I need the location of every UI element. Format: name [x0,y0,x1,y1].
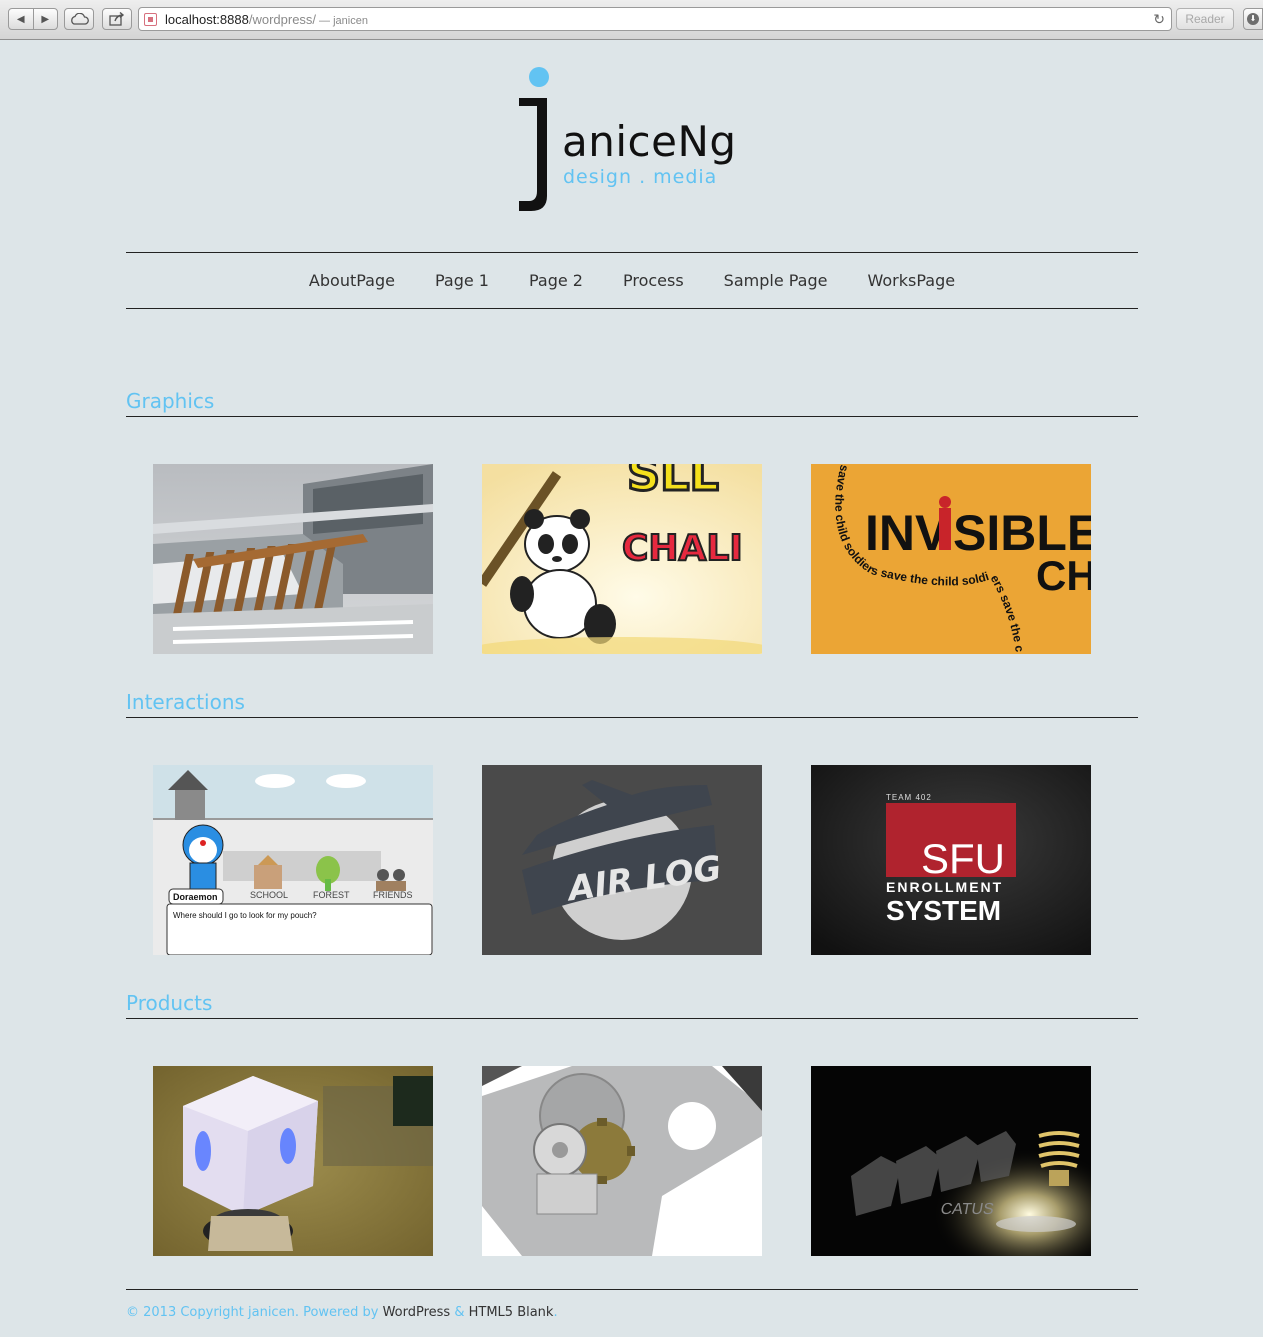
nav-page-2[interactable]: Page 2 [529,271,583,290]
doraemon-prompt-text: Where should I go to look for my pouch? [173,911,317,920]
nav-sample-page[interactable]: Sample Page [724,271,828,290]
footer-html5blank-link[interactable]: HTML5 Blank [469,1305,554,1320]
thumb-sculpture-lamp[interactable]: CATUS [811,1066,1091,1256]
url-host: localhost:8888 [165,12,249,27]
thumb-sfu-enrollment[interactable]: TEAM 402 SFU ENROLLMENT SYSTEM [811,765,1091,955]
site-footer: © 2013 Copyright janicen. Powered by Wor… [126,1305,558,1320]
gear-mechanism-render-image [482,1066,762,1256]
back-icon[interactable]: ◀ [9,9,33,29]
section-graphics-header: Graphics [126,385,1138,417]
section-title: Products [126,991,213,1015]
back-forward-buttons[interactable]: ◀ ▶ [8,8,58,30]
reader-button[interactable]: Reader [1176,8,1234,30]
address-bar[interactable]: localhost:8888/wordpress/— janicen ↻ [138,7,1172,31]
footer-amp: & [450,1305,469,1320]
doraemon-label-school: SCHOOL [250,890,288,900]
thumb-gear-mechanism[interactable] [482,1066,762,1256]
led-cube-photo-image [153,1066,433,1256]
main-navigation: AboutPage Page 1 Page 2 Process Sample P… [126,252,1138,309]
section-title: Graphics [126,389,215,413]
doraemon-tab-text: Doraemon [173,892,218,902]
thumb-led-cube[interactable] [153,1066,433,1256]
sfu-line2-text: SYSTEM [886,895,1001,926]
panda-text: CHALI [622,528,743,569]
nav-process[interactable]: Process [623,271,684,290]
doraemon-game-image: SCHOOL FOREST FRIENDS Doraemon Where sho… [153,765,433,955]
share-icon [109,12,125,26]
url-text: localhost:8888/wordpress/— janicen [165,12,368,27]
thumb-invisible-children[interactable]: INV SIBLE CH save the child soldiers sav… [811,464,1091,654]
thumb-panda[interactable]: SLL CHALI [482,464,762,654]
browser-toolbar: ◀ ▶ localhost:8888/wordpress/— janicen ↻… [0,0,1263,40]
nav-page-1[interactable]: Page 1 [435,271,489,290]
panda-illustration-image: SLL CHALI [482,464,762,654]
footer-divider [126,1289,1138,1290]
url-path: /wordpress/ [248,12,317,27]
reload-icon[interactable]: ↻ [1153,11,1165,28]
url-page-title: — janicen [319,15,368,27]
icloud-button[interactable] [64,8,94,30]
sfu-line1-text: ENROLLMENT [886,879,1003,895]
doraemon-label-forest: FOREST [313,890,350,900]
logo-tagline: design . media [563,166,718,188]
invisible-text-c: CH [1036,552,1091,599]
doraemon-label-friends: FRIENDS [373,890,413,900]
thumb-air-log[interactable]: AIR LOG [482,765,762,955]
footer-end: . [553,1305,558,1320]
logo-dot [529,67,549,87]
nav-aboutpage[interactable]: AboutPage [309,271,395,290]
nav-workspage[interactable]: WorksPage [867,271,955,290]
logo-name: aniceNg [562,117,737,166]
footer-wordpress-link[interactable]: WordPress [383,1305,451,1320]
section-products-header: Products [126,987,1138,1019]
architecture-render-image [153,464,433,654]
svg-text:SLL: SLL [627,464,719,501]
sfu-team-text: TEAM 402 [886,793,932,802]
thumb-architecture[interactable] [153,464,433,654]
sfu-logo-text: SFU [921,835,1005,882]
sfu-enrollment-image: TEAM 402 SFU ENROLLMENT SYSTEM [811,765,1091,955]
footer-copyright: © 2013 Copyright janicen. Powered by [126,1305,383,1320]
thumb-doraemon[interactable]: SCHOOL FOREST FRIENDS Doraemon Where sho… [153,765,433,955]
download-icon: ⬇ [1247,13,1259,25]
section-interactions-header: Interactions [126,686,1138,718]
invisible-text-a: INV [865,505,949,561]
cloud-icon [71,13,89,25]
section-title: Interactions [126,690,245,714]
lamp-sculpture-photo-image: CATUS [811,1066,1091,1256]
share-button[interactable] [102,8,132,30]
favicon-icon [144,13,157,26]
invisible-children-poster-image: INV SIBLE CH save the child soldiers sav… [811,464,1091,654]
sculpture-text: CATUS [939,1200,995,1218]
downloads-button[interactable]: ⬇ [1243,8,1263,30]
site-logo[interactable]: aniceNg design . media [505,60,765,220]
forward-icon[interactable]: ▶ [32,9,58,29]
air-log-logo-image: AIR LOG [482,765,762,955]
